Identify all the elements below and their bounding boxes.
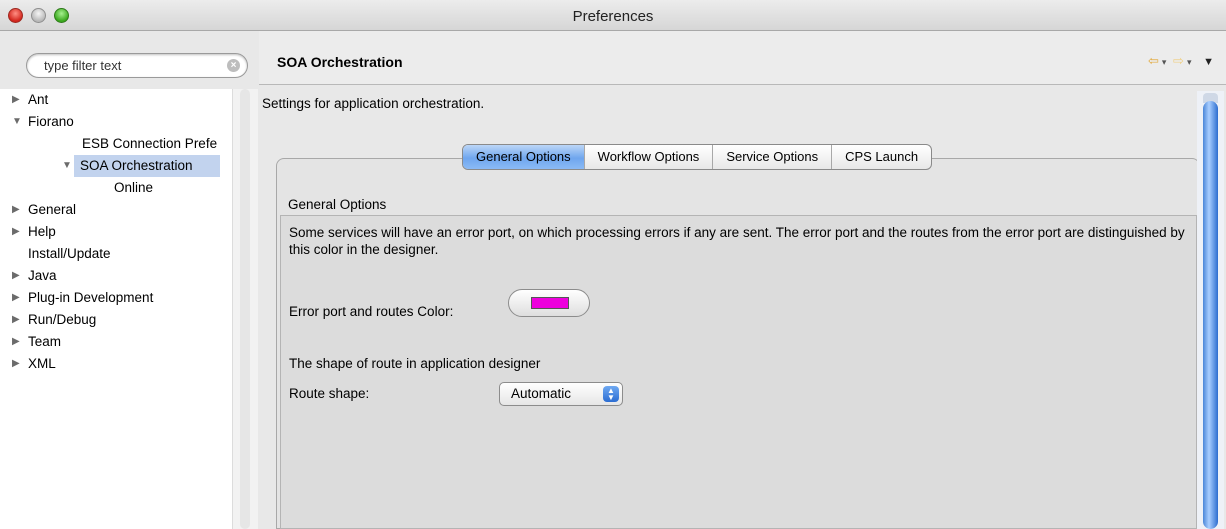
tab-general-options[interactable]: General Options	[463, 145, 585, 169]
select-stepper-icon: ▲ ▼	[603, 386, 619, 402]
page-scrollbar-thumb[interactable]	[1203, 101, 1218, 529]
tree-item-java[interactable]: ▶ Java	[0, 265, 232, 287]
tree-item-label: Help	[28, 224, 56, 239]
tree-item-label: ESB Connection Prefe	[82, 136, 218, 151]
error-color-button[interactable]	[508, 289, 590, 317]
expand-arrow-icon[interactable]: ▶	[12, 287, 20, 309]
tree-item-plugin-development[interactable]: ▶ Plug-in Development	[0, 287, 232, 309]
tree-item-xml[interactable]: ▶ XML	[0, 353, 232, 375]
expand-arrow-icon[interactable]: ▶	[12, 309, 20, 331]
tree-scrollbar[interactable]	[232, 89, 258, 529]
filter-input[interactable]: type filter text ×	[26, 53, 248, 78]
expand-arrow-icon[interactable]: ▶	[12, 199, 20, 221]
title-bar: Preferences	[0, 0, 1226, 31]
tree-item-label: General	[28, 202, 77, 217]
filter-input-placeholder: type filter text	[44, 58, 122, 73]
tab-service-options[interactable]: Service Options	[713, 145, 833, 169]
tree-item-label: Ant	[28, 92, 49, 107]
clear-filter-icon[interactable]: ×	[227, 59, 240, 72]
tree-item-label: Java	[28, 268, 57, 283]
page-header: SOA Orchestration ⇦ ▾ ⇨ ▾ ▼	[259, 31, 1226, 85]
route-shape-select[interactable]: Automatic ▲ ▼	[499, 382, 623, 406]
tree-item-ant[interactable]: ▶ Ant	[0, 89, 232, 111]
general-options-group: Some services will have an error port, o…	[280, 215, 1197, 529]
preferences-tree-panel: type filter text × ▶ Ant ▼ Fiorano ESB C…	[0, 31, 258, 529]
tree-item-label: Plug-in Development	[28, 290, 154, 305]
tree-item-label: Fiorano	[28, 114, 74, 129]
tree-item-install-update[interactable]: Install/Update	[0, 243, 232, 265]
error-port-description: Some services will have an error port, o…	[289, 225, 1185, 257]
expand-arrow-icon[interactable]: ▶	[12, 331, 20, 353]
collapse-arrow-icon[interactable]: ▼	[12, 111, 22, 133]
route-shape-description: The shape of route in application design…	[289, 356, 541, 371]
tree-item-soa-orchestration[interactable]: ▼ SOA Orchestration	[62, 155, 220, 177]
expand-arrow-icon[interactable]: ▶	[12, 221, 20, 243]
tab-cps-launch[interactable]: CPS Launch	[832, 145, 931, 169]
tree-item-label: SOA Orchestration	[80, 158, 193, 173]
back-dropdown-icon[interactable]: ▾	[1162, 57, 1167, 68]
preference-page: SOA Orchestration ⇦ ▾ ⇨ ▾ ▼ Settings for a…	[259, 31, 1226, 529]
tree-item-esb-connection[interactable]: ESB Connection Prefe	[0, 133, 232, 155]
group-title: General Options	[288, 197, 387, 212]
tree-scrollbar-track[interactable]	[240, 89, 250, 529]
collapse-arrow-icon[interactable]: ▼	[62, 155, 72, 177]
options-tabs: General Options Workflow Options Service…	[462, 144, 933, 170]
filter-area: type filter text ×	[0, 31, 258, 89]
tree-item-label: Team	[28, 334, 62, 349]
window-title: Preferences	[572, 8, 654, 25]
tree-item-label: Run/Debug	[28, 312, 97, 327]
expand-arrow-icon[interactable]: ▶	[12, 265, 20, 287]
forward-arrow-icon[interactable]: ⇨	[1173, 53, 1184, 69]
view-menu-icon[interactable]: ▼	[1203, 56, 1214, 68]
tree-item-help[interactable]: ▶ Help	[0, 221, 232, 243]
tree-item-online[interactable]: Online	[0, 177, 232, 199]
tree-item-fiorano[interactable]: ▼ Fiorano	[0, 111, 232, 133]
route-shape-value: Automatic	[511, 386, 572, 401]
tree-item-run-debug[interactable]: ▶ Run/Debug	[0, 309, 232, 331]
forward-dropdown-icon[interactable]: ▾	[1187, 57, 1192, 68]
error-color-label: Error port and routes Color:	[289, 304, 454, 319]
page-description: Settings for application orchestration.	[262, 96, 485, 111]
tab-workflow-options[interactable]: Workflow Options	[585, 145, 714, 169]
route-shape-label: Route shape:	[289, 386, 370, 401]
history-navigation: ⇦ ▾ ⇨ ▾ ▼	[1145, 53, 1214, 69]
tree-item-label: XML	[28, 356, 56, 371]
tree-item-label: Online	[114, 180, 154, 195]
tree-item-label: Install/Update	[28, 246, 111, 261]
back-arrow-icon[interactable]: ⇦	[1148, 53, 1159, 69]
tree-item-general[interactable]: ▶ General	[0, 199, 232, 221]
expand-arrow-icon[interactable]: ▶	[12, 353, 20, 375]
error-color-swatch	[531, 297, 569, 309]
page-title: SOA Orchestration	[277, 54, 403, 70]
page-scrollbar[interactable]	[1197, 91, 1224, 529]
tree-item-team[interactable]: ▶ Team	[0, 331, 232, 353]
expand-arrow-icon[interactable]: ▶	[12, 89, 20, 111]
